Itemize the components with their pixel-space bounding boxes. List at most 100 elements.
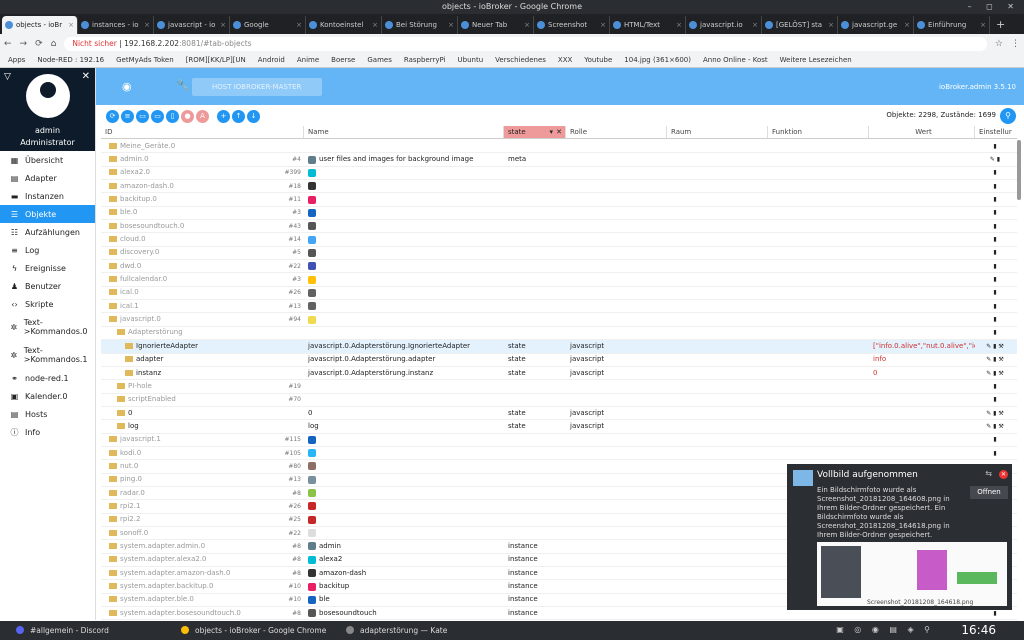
row-actions[interactable]: ▮ bbox=[975, 326, 1015, 339]
home-icon[interactable]: ⌂ bbox=[51, 39, 57, 49]
window-controls[interactable]: – ◻ ✕ bbox=[968, 0, 1020, 14]
menu-dots-icon[interactable]: ⋮ bbox=[1011, 39, 1020, 49]
forward-icon[interactable]: → bbox=[20, 39, 28, 49]
table-row[interactable]: scriptEnabled #70 ▮ bbox=[101, 394, 1017, 407]
bookmark-item[interactable]: Weitere Lesezeichen bbox=[780, 56, 852, 64]
row-actions[interactable]: ▮ bbox=[975, 206, 1015, 219]
sidebar-item-10[interactable]: ✲ Text->Kommandos.1 bbox=[0, 341, 95, 369]
close-tab-icon[interactable]: × bbox=[828, 16, 834, 34]
table-row[interactable]: IgnorierteAdapter javascript.0.Adapterstö… bbox=[101, 340, 1017, 354]
row-actions[interactable]: ▮ bbox=[975, 273, 1015, 286]
row-actions[interactable]: ▮ bbox=[975, 140, 1015, 153]
sidebar-item-13[interactable]: ▤ Hosts bbox=[0, 405, 95, 423]
table-row[interactable]: amazon-dash.0 #18 ▮ bbox=[101, 180, 1017, 194]
folder-open-icon[interactable]: ▭ bbox=[151, 109, 164, 123]
table-row[interactable]: Meine_Geräte.0 ▮ bbox=[101, 140, 1017, 154]
close-icon[interactable]: ✕ bbox=[999, 470, 1008, 479]
sidebar-item-6[interactable]: ϟ Ereignisse bbox=[0, 259, 95, 277]
open-button[interactable]: Offnen bbox=[970, 486, 1008, 499]
row-actions[interactable]: ▮ bbox=[975, 393, 1015, 406]
sidebar-item-3[interactable]: ☰ Objekte bbox=[0, 205, 95, 223]
sidebar-item-2[interactable]: ▬ Instanzen bbox=[0, 187, 95, 205]
table-row[interactable]: instanz javascript.0.Adapterstörung.insta… bbox=[101, 367, 1017, 381]
close-tab-icon[interactable]: × bbox=[448, 16, 454, 34]
row-actions[interactable]: ▮ bbox=[975, 300, 1015, 313]
bookmark-item[interactable]: XXX bbox=[558, 56, 572, 64]
row-actions[interactable]: ✎ ▮ bbox=[975, 153, 1015, 166]
new-tab-icon[interactable]: + bbox=[990, 16, 1005, 34]
table-row[interactable]: 0 0 state javascript ✎ ▮ ⚒ bbox=[101, 407, 1017, 421]
bookmark-item[interactable]: Games bbox=[367, 56, 392, 64]
bookmark-item[interactable]: Node-RED : 192.16 bbox=[37, 56, 104, 64]
row-actions[interactable]: ▮ bbox=[975, 180, 1015, 193]
close-tab-icon[interactable]: × bbox=[904, 16, 910, 34]
tab-7[interactable]: Screenshot × bbox=[534, 16, 610, 34]
bookmark-item[interactable]: Android bbox=[258, 56, 285, 64]
sidebar-item-4[interactable]: ☷ Aufzählungen bbox=[0, 223, 95, 241]
tab-0[interactable]: objects - ioBr × bbox=[2, 16, 78, 34]
row-actions[interactable]: ▮ bbox=[975, 166, 1015, 179]
bookmark-item[interactable]: 104.jpg (361×600) bbox=[624, 56, 691, 64]
host-selector[interactable]: HOST IOBROKER-MASTER bbox=[192, 78, 322, 96]
row-actions[interactable]: ▮ bbox=[975, 193, 1015, 206]
back-icon[interactable]: ← bbox=[4, 39, 12, 49]
sidebar-item-0[interactable]: ▦ Übersicht bbox=[0, 151, 95, 169]
bookmark-item[interactable]: Boerse bbox=[331, 56, 355, 64]
wrench-icon[interactable]: 🔧 bbox=[176, 79, 190, 92]
sidebar-item-7[interactable]: ♟ Benutzer bbox=[0, 277, 95, 295]
table-row[interactable]: PI-hole #19 ▮ bbox=[101, 380, 1017, 394]
col-rolle[interactable]: Rolle bbox=[566, 126, 667, 138]
bookmark-item[interactable]: Youtube bbox=[584, 56, 612, 64]
task-kate[interactable]: adapterstörung — Kate bbox=[338, 626, 503, 635]
bookmark-item[interactable]: Apps bbox=[8, 56, 25, 64]
sidebar-item-9[interactable]: ✲ Text->Kommandos.0 bbox=[0, 313, 95, 341]
col-funktion[interactable]: Funktion bbox=[768, 126, 869, 138]
close-tab-icon[interactable]: × bbox=[296, 16, 302, 34]
row-actions[interactable]: ✎ ▮ ⚒ bbox=[975, 340, 1015, 353]
tab-9[interactable]: javascript.io × bbox=[686, 16, 762, 34]
scrollbar[interactable] bbox=[1017, 140, 1021, 200]
table-row[interactable]: admin.0 #4 user files and images for backg… bbox=[101, 153, 1017, 167]
sidebar-item-11[interactable]: ⚭ node-red.1 bbox=[0, 369, 95, 387]
bookmark-item[interactable]: Anime bbox=[297, 56, 319, 64]
table-row[interactable]: dwd.0 #22 ▮ bbox=[101, 260, 1017, 274]
bookmark-item[interactable]: RaspberryPi bbox=[404, 56, 446, 64]
table-row[interactable]: kodi.0 #105 ▮ bbox=[101, 447, 1017, 461]
close-tab-icon[interactable]: × bbox=[752, 16, 758, 34]
close-tab-icon[interactable]: × bbox=[220, 16, 226, 34]
reload-icon[interactable]: ⟳ bbox=[35, 39, 43, 49]
user-filter-icon[interactable]: ● bbox=[181, 109, 194, 123]
eye-icon[interactable]: ◉ bbox=[122, 80, 132, 93]
sidebar-item-12[interactable]: ▣ Kalender.0 bbox=[0, 387, 95, 405]
tab-10[interactable]: [GELÖST] sta × bbox=[762, 16, 838, 34]
sidebar-item-1[interactable]: ▤ Adapter bbox=[0, 169, 95, 187]
close-tab-icon[interactable]: × bbox=[372, 16, 378, 34]
bookmark-item[interactable]: Verschiedenes bbox=[495, 56, 546, 64]
sidebar-item-5[interactable]: ≡ Log bbox=[0, 241, 95, 259]
row-actions[interactable]: ✎ ▮ ⚒ bbox=[975, 407, 1015, 420]
row-actions[interactable]: ▮ bbox=[975, 380, 1015, 393]
tab-12[interactable]: Einführung × bbox=[914, 16, 990, 34]
table-row[interactable]: javascript.0 #94 ▮ bbox=[101, 313, 1017, 327]
tab-11[interactable]: javascript.ge × bbox=[838, 16, 914, 34]
search-icon[interactable]: ⚲ bbox=[1000, 108, 1016, 124]
row-actions[interactable]: ▮ bbox=[975, 286, 1015, 299]
table-row[interactable]: bosesoundtouch.0 #43 ▮ bbox=[101, 220, 1017, 234]
refresh-icon[interactable]: ⟳ bbox=[106, 109, 119, 123]
tab-8[interactable]: HTML/Text × bbox=[610, 16, 686, 34]
table-row[interactable]: ical.1 #13 ▮ bbox=[101, 300, 1017, 314]
row-actions[interactable]: ▮ bbox=[975, 313, 1015, 326]
row-actions[interactable]: ✎ ▮ ⚒ bbox=[975, 420, 1015, 433]
task-chrome[interactable]: objects - ioBroker - Google Chrome bbox=[173, 626, 338, 635]
pin-icon[interactable]: ⇆ bbox=[985, 469, 992, 478]
col-id[interactable]: ID bbox=[101, 126, 304, 138]
star-icon[interactable]: ☆ bbox=[995, 39, 1003, 49]
close-icon[interactable]: ✕ bbox=[82, 71, 90, 82]
download-icon[interactable]: ↓ bbox=[247, 109, 260, 123]
table-row[interactable]: discovery.0 #5 ▮ bbox=[101, 247, 1017, 261]
row-actions[interactable]: ▮ bbox=[975, 220, 1015, 233]
tab-6[interactable]: Neuer Tab × bbox=[458, 16, 534, 34]
row-actions[interactable]: ▮ bbox=[975, 447, 1015, 460]
tab-4[interactable]: Kontoeinstel × bbox=[306, 16, 382, 34]
close-tab-icon[interactable]: × bbox=[600, 16, 606, 34]
